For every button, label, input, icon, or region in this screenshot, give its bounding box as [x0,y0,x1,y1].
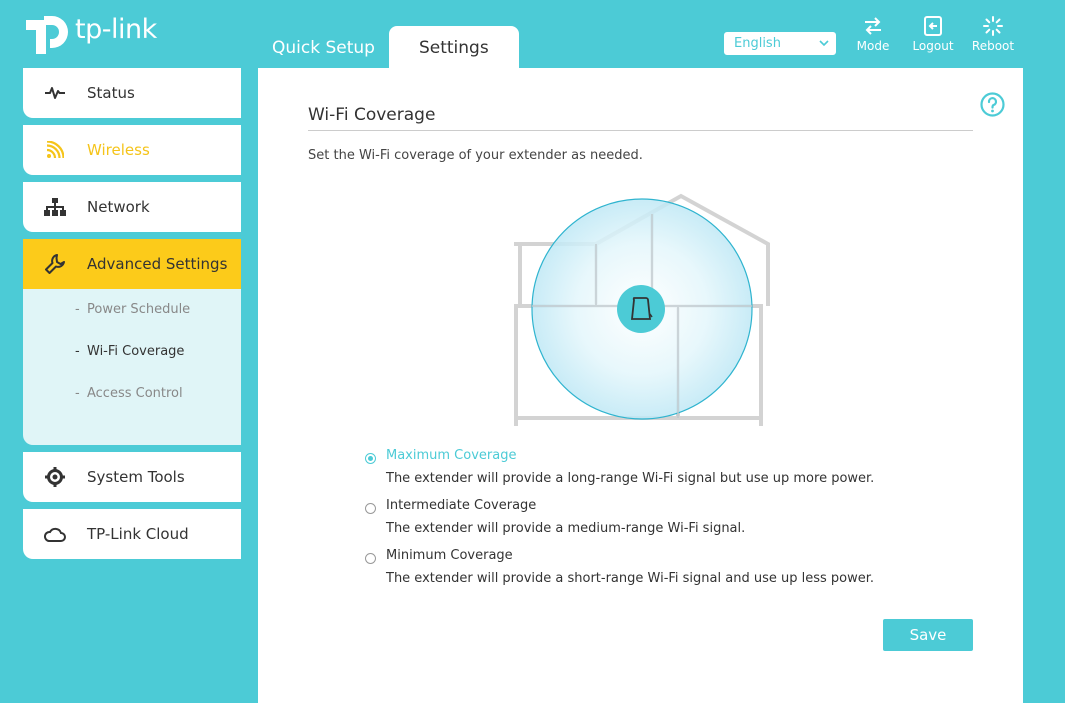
logo-text: tp-link [75,13,157,45]
submenu-item-power-schedule[interactable]: - Power Schedule [23,289,241,331]
network-icon [23,198,87,216]
sidebar-item-label: System Tools [87,468,185,486]
tab-settings[interactable]: Settings [388,26,519,68]
sidebar-item-status[interactable]: Status [23,68,241,118]
pulse-icon [23,85,87,101]
sidebar-item-wireless[interactable]: Wireless [23,125,241,175]
radio-maximum-coverage[interactable] [365,453,376,464]
wifi-signal-icon [23,141,87,159]
mode-label: Mode [856,39,890,53]
gear-icon [23,467,87,487]
main-panel: Wi-Fi Coverage Set the Wi-Fi coverage of… [258,68,1023,703]
sidebar-item-network[interactable]: Network [23,182,241,232]
language-value: English [734,36,781,51]
sidebar-item-tp-link-cloud[interactable]: TP-Link Cloud [23,509,241,559]
help-icon [980,92,1005,117]
logout-button[interactable]: Logout [908,16,958,53]
submenu-item-label: Access Control [87,386,183,401]
submenu-item-access-control[interactable]: - Access Control [23,373,241,415]
sidebar-item-label: Network [87,198,150,216]
page-title: Wi-Fi Coverage [308,105,436,125]
logout-icon [924,16,942,36]
option-description: The extender will provide a long-range W… [386,471,875,486]
option-description: The extender will provide a short-range … [386,571,875,586]
sidebar: Status Wireless Network Advanced Setting… [23,68,241,566]
save-button[interactable]: Save [883,619,973,651]
tab-quick-setup[interactable]: Quick Setup [258,26,389,68]
help-button[interactable] [980,92,1005,121]
submenu-item-label: Power Schedule [87,302,191,317]
top-tabs: Quick Setup Settings [258,26,519,68]
reboot-button[interactable]: Reboot [968,16,1018,53]
wrench-icon [23,253,87,275]
reboot-icon [983,16,1003,36]
submenu-item-wifi-coverage[interactable]: - Wi-Fi Coverage [23,331,241,373]
option-label[interactable]: Minimum Coverage [386,548,513,563]
page-description: Set the Wi-Fi coverage of your extender … [308,148,643,163]
mode-swap-icon [865,17,881,35]
language-select[interactable]: English [724,32,836,55]
sidebar-item-system-tools[interactable]: System Tools [23,452,241,502]
option-description: The extender will provide a medium-range… [386,521,746,536]
option-label[interactable]: Maximum Coverage [386,448,516,463]
sidebar-item-label: TP-Link Cloud [87,525,189,543]
sidebar-item-label: Advanced Settings [87,255,228,273]
submenu-item-label: Wi-Fi Coverage [87,344,185,359]
tp-link-logo-icon [26,16,68,54]
option-label[interactable]: Intermediate Coverage [386,498,536,513]
radio-minimum-coverage[interactable] [365,553,376,564]
mode-button[interactable]: Mode [848,16,898,53]
title-divider [308,130,973,131]
radio-intermediate-coverage[interactable] [365,503,376,514]
sidebar-item-advanced-settings[interactable]: Advanced Settings [23,239,241,289]
advanced-submenu: - Power Schedule - Wi-Fi Coverage - Access … [23,289,241,445]
tp-link-logo: tp-link [22,8,157,56]
coverage-illustration [514,193,770,426]
sidebar-item-label: Wireless [87,141,150,159]
reboot-label: Reboot [971,39,1015,53]
cloud-icon [23,526,87,542]
sidebar-item-label: Status [87,84,135,102]
extender-icon [617,285,665,333]
chevron-down-icon [819,40,829,47]
logout-label: Logout [912,39,954,53]
